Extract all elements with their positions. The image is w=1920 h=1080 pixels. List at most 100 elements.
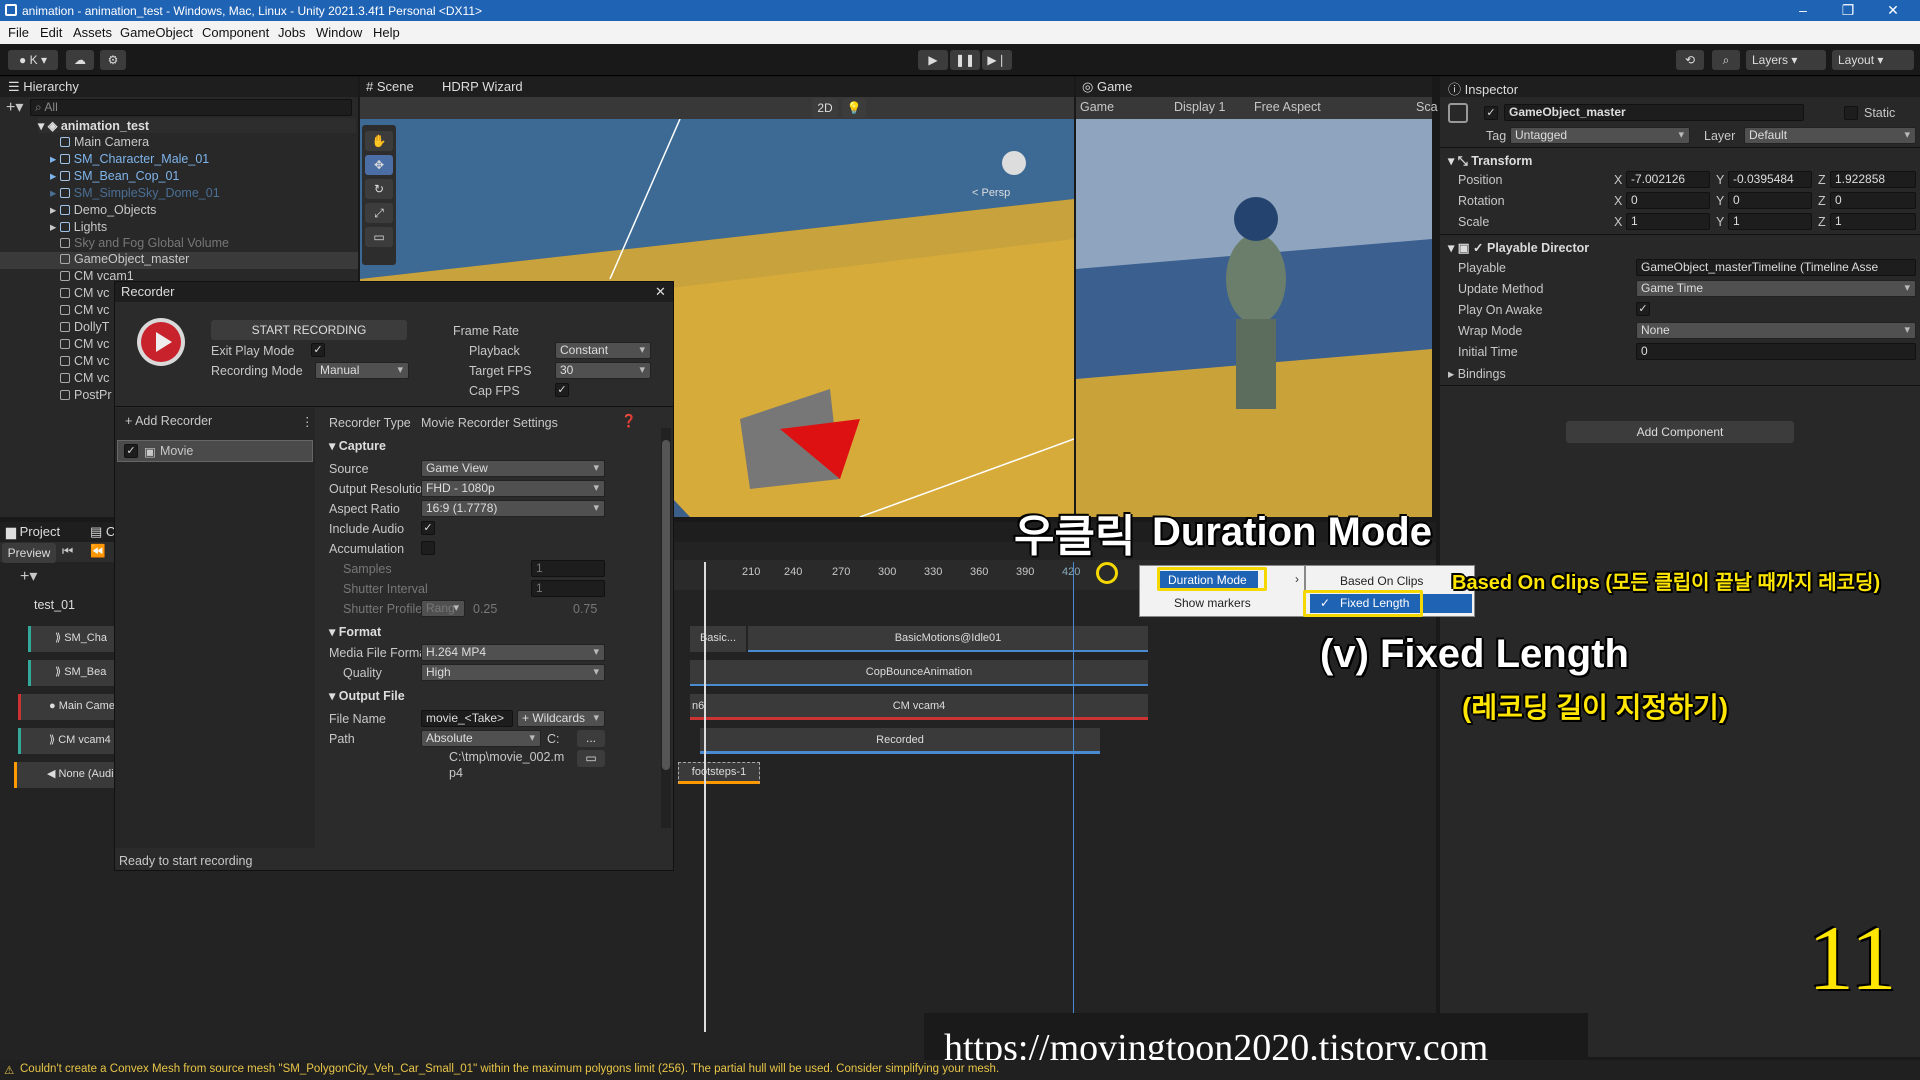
movie-enabled-checkbox[interactable]: ✓ [124,444,138,458]
menu-item-show-markers[interactable]: Show markers [1174,596,1251,610]
tab-console[interactable]: ▤ C [90,524,115,540]
update-method-dropdown[interactable]: Game Time [1636,280,1916,297]
clip-recorded[interactable]: Recorded [700,728,1100,754]
output-resolution-dropdown[interactable]: FHD - 1080p [421,480,605,497]
record-button[interactable] [137,318,185,366]
timeline-playhead[interactable] [704,562,706,1032]
recorder-item-movie[interactable]: ✓ ▣ Movie [117,440,313,462]
capture-header[interactable]: ▾ Capture [329,438,386,453]
hierarchy-tab[interactable]: ☰ Hierarchy [8,79,79,95]
rotation-z-field[interactable]: 0 [1830,192,1916,209]
active-checkbox[interactable]: ✓ [1484,106,1498,120]
close-icon[interactable]: ✕ [1873,2,1913,19]
menu-assets[interactable]: Assets [73,25,112,40]
hierarchy-item-character[interactable]: ▸ SM_Character_Male_01 [50,151,209,166]
hierarchy-item-sky-dome[interactable]: ▸ SM_SimpleSky_Dome_01 [50,185,220,200]
position-y-field[interactable]: -0.0395484 [1728,171,1812,188]
menu-gameobject[interactable]: GameObject [120,25,193,40]
open-folder-icon[interactable]: ▭ [577,750,605,767]
tag-dropdown[interactable]: Untagged [1510,127,1690,144]
hierarchy-item-postprocess[interactable]: PostPr [60,388,112,402]
wildcards-dropdown[interactable]: + Wildcards [517,710,605,727]
rect-tool-icon[interactable]: ▭ [365,227,393,247]
target-fps-dropdown[interactable]: 30 [555,362,651,379]
aspect-ratio-dropdown[interactable]: 16:9 (1.7778) [421,500,605,517]
play-on-awake-checkbox[interactable]: ✓ [1636,302,1650,316]
tab-hdrp-wizard[interactable]: HDRP Wizard [442,79,523,94]
rotation-y-field[interactable]: 0 [1728,192,1812,209]
shutter-profile-dropdown[interactable]: Rang [421,600,465,617]
account-button[interactable]: ● K ▾ [8,50,58,70]
scene-root-item[interactable]: ▾ ◈ animation_test [38,118,356,133]
play-button[interactable]: ▶ [918,50,948,70]
aspect-dropdown[interactable]: Free Aspect [1254,100,1321,114]
lighting-icon[interactable]: 💡 [842,98,866,118]
add-recorder-button[interactable]: + Add Recorder [125,414,212,428]
menu-item-based-on-clips[interactable]: Based On Clips [1340,574,1423,588]
hierarchy-item-demo-objects[interactable]: ▸ Demo_Objects [50,202,156,217]
browse-path-button[interactable]: ... [577,730,605,747]
pause-button[interactable]: ❚❚ [950,50,980,70]
transform-header[interactable]: ▾ ⤡ Transform [1448,153,1532,169]
hierarchy-item-dolly[interactable]: DollyT [60,320,109,334]
minimize-icon[interactable]: – [1783,2,1823,18]
object-name-field[interactable]: GameObject_master [1504,104,1804,121]
hierarchy-item-cm-vc-2[interactable]: CM vc [60,303,109,317]
clip-footsteps[interactable]: footsteps-1 [678,762,760,784]
add-track-button[interactable]: +▾ [20,566,37,586]
hierarchy-item-bean-cop[interactable]: ▸ SM_Bean_Cop_01 [50,168,179,183]
move-tool-icon[interactable]: ✥ [365,155,393,175]
history-icon[interactable]: ⟲ [1676,50,1704,70]
game-display-mode[interactable]: Game [1080,100,1114,114]
format-header[interactable]: ▾ Format [329,624,381,639]
hierarchy-item-cm-vc-3[interactable]: CM vc [60,337,109,351]
hierarchy-item-cm-vc-5[interactable]: CM vc [60,371,109,385]
file-name-field[interactable]: movie_<Take> [421,710,513,727]
recorder-list-menu-icon[interactable]: ⋮ [301,414,314,429]
hierarchy-item-cm-vc-1[interactable]: CM vc [60,286,109,300]
hierarchy-item-gameobject-master[interactable]: GameObject_master [0,252,358,269]
layout-dropdown[interactable]: Layout ▾ [1832,50,1914,70]
clip-idle01[interactable]: BasicMotions@Idle01 [748,626,1148,652]
path-mode-dropdown[interactable]: Absolute [421,730,541,747]
static-checkbox[interactable] [1844,106,1858,120]
media-format-dropdown[interactable]: H.264 MP4 [421,644,605,661]
toggle-2d-button[interactable]: 2D [812,98,838,118]
position-z-field[interactable]: 1.922858 [1830,171,1916,188]
menu-component[interactable]: Component [202,25,269,40]
add-component-button[interactable]: Add Component [1566,421,1794,443]
bindings-foldout[interactable]: ▸ Bindings [1448,366,1506,381]
rotation-x-field[interactable]: 0 [1626,192,1710,209]
samples-field[interactable]: 1 [531,560,605,577]
playable-field[interactable]: GameObject_masterTimeline (Timeline Asse [1636,259,1916,276]
hierarchy-item-sky-fog[interactable]: Sky and Fog Global Volume [60,236,229,250]
console-status-bar[interactable]: ⚠ Couldn't create a Convex Mesh from sou… [0,1060,1920,1080]
rotate-tool-icon[interactable]: ↻ [365,179,393,199]
add-object-button[interactable]: +▾ [6,97,23,117]
tab-scene[interactable]: # Scene [366,79,414,94]
scale-slider-label[interactable]: Sca [1416,100,1438,114]
recorder-close-icon[interactable]: ✕ [655,284,666,300]
output-file-header[interactable]: ▾ Output File [329,688,405,703]
menu-file[interactable]: File [8,25,29,40]
position-x-field[interactable]: -7.002126 [1626,171,1710,188]
menu-jobs[interactable]: Jobs [278,25,305,40]
goto-start-icon[interactable]: ⏮ [62,544,73,559]
start-recording-button[interactable]: START RECORDING [211,320,407,340]
collab-icon[interactable]: ⚙ [100,50,126,70]
recorder-scrollbar[interactable] [661,428,671,828]
hierarchy-search-input[interactable]: ⌕ All [30,99,352,116]
layers-dropdown[interactable]: Layers ▾ [1746,50,1826,70]
menu-edit[interactable]: Edit [40,25,62,40]
quality-dropdown[interactable]: High [421,664,605,681]
search-icon[interactable]: ⌕ [1712,50,1740,70]
hand-tool-icon[interactable]: ✋ [365,131,393,151]
recording-mode-dropdown[interactable]: Manual [315,362,409,379]
source-dropdown[interactable]: Game View [421,460,605,477]
preview-button[interactable]: Preview [2,543,56,563]
cloud-icon[interactable]: ☁ [66,50,94,70]
initial-time-field[interactable]: 0 [1636,343,1916,360]
prev-frame-icon[interactable]: ⏪ [90,544,106,559]
clip-basic[interactable]: Basic... [690,626,746,652]
wrap-mode-dropdown[interactable]: None [1636,322,1916,339]
